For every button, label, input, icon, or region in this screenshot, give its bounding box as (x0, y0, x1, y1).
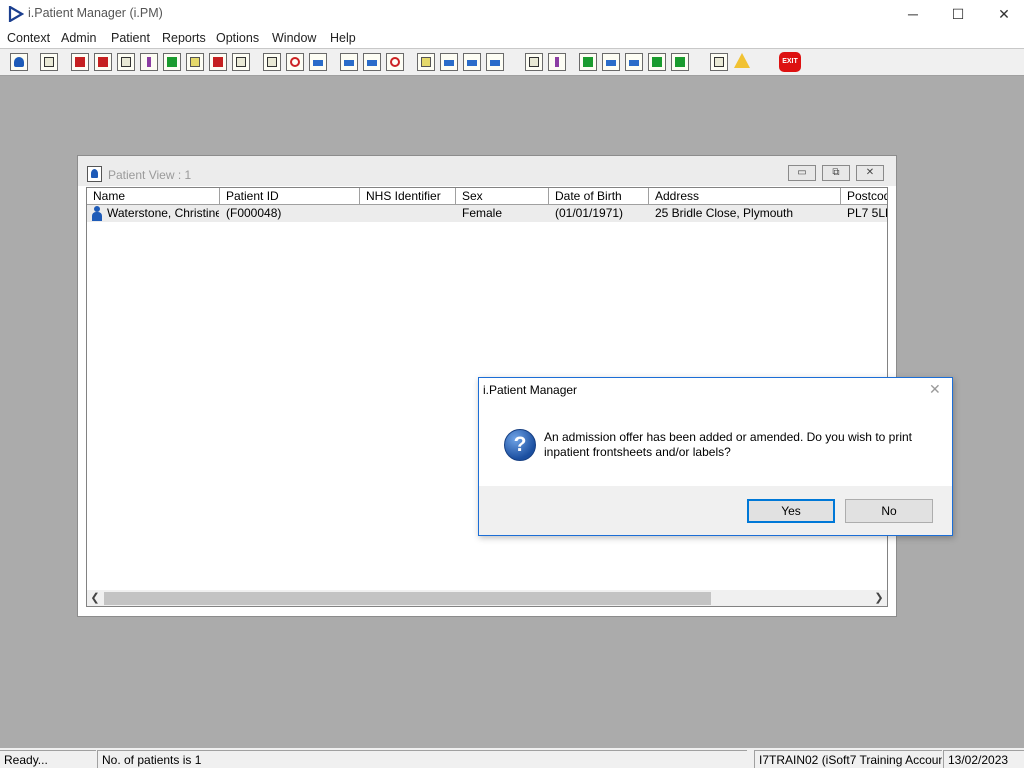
patient-view-title: Patient View : 1 (108, 168, 192, 182)
app-title-bar: i.Patient Manager (i.PM) ─ ☐ ✕ (0, 0, 1024, 28)
warning-icon[interactable] (734, 53, 750, 68)
no-button[interactable]: No (845, 499, 933, 523)
green-arrow-icon[interactable] (648, 53, 666, 71)
cancel-list-icon[interactable] (440, 53, 458, 71)
toolbar (0, 48, 1024, 76)
menu-options[interactable]: Options (216, 31, 259, 45)
menu-admin[interactable]: Admin (61, 31, 96, 45)
column-header-date-of-birth[interactable]: Date of Birth (549, 188, 649, 205)
print-confirm-dialog: i.Patient Manager ✕ ? An admission offer… (478, 377, 953, 536)
bar-chart-icon[interactable] (548, 53, 566, 71)
document-icon[interactable] (525, 53, 543, 71)
exit-icon[interactable]: EXIT (779, 52, 801, 72)
dialog-message: An admission offer has been added or ame… (544, 430, 913, 459)
scroll-thumb[interactable] (104, 592, 711, 605)
pv-close-button[interactable]: ✕ (856, 165, 884, 181)
check-list-icon[interactable] (602, 53, 620, 71)
account-info: I7TRAIN02 (iSoft7 Training Account) (754, 750, 942, 768)
status-date: 13/02/2023 (943, 750, 1024, 768)
doctor-icon[interactable] (163, 53, 181, 71)
column-header-sex[interactable]: Sex (456, 188, 549, 205)
column-header-name[interactable]: Name (87, 188, 220, 205)
app-logo-icon (8, 6, 24, 22)
menu-reports[interactable]: Reports (162, 31, 206, 45)
document-search-icon[interactable] (117, 53, 135, 71)
status-bar: Ready... No. of patients is 1 I7TRAIN02 … (0, 748, 1024, 768)
column-header-nhs-identifier[interactable]: NHS Identifier (360, 188, 456, 205)
cell-postcode: PL7 5LF (847, 206, 887, 220)
menu-context[interactable]: Context (7, 31, 50, 45)
yes-button[interactable]: Yes (747, 499, 835, 523)
column-header-postcode[interactable]: Postcod (841, 188, 887, 205)
pv-restore-button[interactable]: ⧉ (822, 165, 850, 181)
m-icon[interactable] (140, 53, 158, 71)
pv-minimize-button[interactable]: ▭ (788, 165, 816, 181)
maximize-button[interactable]: ☐ (935, 0, 981, 28)
swap-arrows-icon[interactable] (710, 53, 728, 71)
menu-window[interactable]: Window (272, 31, 316, 45)
dialog-footer: Yes No (479, 486, 952, 535)
bed-icon[interactable] (463, 53, 481, 71)
ambulance-icon[interactable] (209, 53, 227, 71)
scroll-right-icon[interactable]: ❯ (871, 590, 887, 606)
horizontal-scrollbar[interactable]: ❮ ❯ (87, 590, 887, 606)
clock-icon[interactable] (286, 53, 304, 71)
search-list-icon[interactable] (263, 53, 281, 71)
dialog-title: i.Patient Manager (483, 383, 578, 397)
question-icon: ? (504, 429, 536, 461)
status-text: Ready... (0, 750, 96, 768)
menu-bar: Context Admin Patient Reports Options Wi… (0, 28, 1024, 48)
patient-count: No. of patients is 1 (97, 750, 747, 768)
cell-sex: Female (462, 206, 503, 220)
cell-date-of-birth: (01/01/1971) (555, 206, 624, 220)
minimize-button[interactable]: ─ (890, 0, 936, 28)
monitor-icon[interactable] (309, 53, 327, 71)
menu-help[interactable]: Help (330, 31, 356, 45)
cell-name: Waterstone, Christine... (107, 206, 219, 220)
globe-icon[interactable] (579, 53, 597, 71)
book-icon[interactable] (71, 53, 89, 71)
bed-edit-icon[interactable] (486, 53, 504, 71)
column-header-address[interactable]: Address (649, 188, 841, 205)
cell-address: 25 Bridle Close, Plymouth (655, 206, 794, 220)
card-icon[interactable] (340, 53, 358, 71)
stop-search-icon[interactable] (386, 53, 404, 71)
patient-view-titlebar[interactable]: Patient View : 1 ▭ ⧉ ✕ (78, 156, 896, 186)
note-edit-icon[interactable] (186, 53, 204, 71)
notes-icon[interactable] (417, 53, 435, 71)
transfer-icon[interactable] (232, 53, 250, 71)
list-edit-icon[interactable] (363, 53, 381, 71)
cell-nhs-identifier (366, 205, 456, 222)
edit-record-icon[interactable] (94, 53, 112, 71)
scroll-left-icon[interactable]: ❮ (87, 590, 103, 606)
dialog-close-icon[interactable]: ✕ (929, 381, 941, 398)
green-list-icon[interactable] (671, 53, 689, 71)
patient-icon (87, 166, 102, 182)
patient-icon (90, 206, 104, 221)
patient-search-icon[interactable] (10, 53, 28, 71)
close-button[interactable]: ✕ (981, 0, 1024, 28)
column-header-patient-id[interactable]: Patient ID (220, 188, 360, 205)
table-row[interactable]: Waterstone, Christine... (F000048) Femal… (87, 205, 887, 222)
print-icon[interactable] (40, 53, 58, 71)
app-title: i.Patient Manager (i.PM) (28, 6, 163, 20)
menu-patient[interactable]: Patient (111, 31, 150, 45)
cell-patient-id: (F000048) (226, 206, 282, 220)
checkmark-list-icon[interactable] (625, 53, 643, 71)
